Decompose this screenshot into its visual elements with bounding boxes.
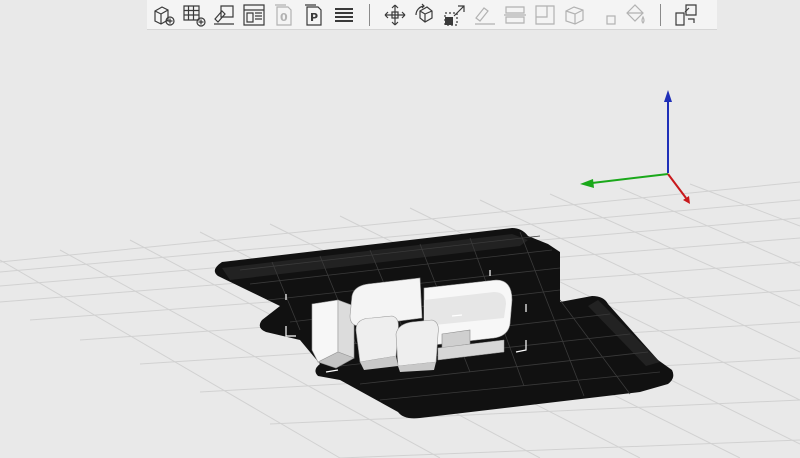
svg-text:0: 0 xyxy=(280,11,288,24)
scale-icon[interactable] xyxy=(441,2,469,28)
layout-panels-icon[interactable] xyxy=(240,2,268,28)
add-grid-icon[interactable] xyxy=(180,2,208,28)
toolbar-separator xyxy=(369,3,370,26)
arrange-icon[interactable] xyxy=(672,2,700,28)
svg-text:P: P xyxy=(310,11,318,24)
place-on-face-icon[interactable] xyxy=(471,2,499,28)
toolbar-separator xyxy=(660,3,661,26)
edit-sketch-icon[interactable] xyxy=(210,2,238,28)
page-p-icon[interactable]: P xyxy=(300,2,328,28)
text-tool-icon[interactable] xyxy=(591,2,619,28)
top-toolbar: 0 P xyxy=(147,0,717,30)
3d-viewport[interactable] xyxy=(0,0,800,458)
align-corner-icon[interactable] xyxy=(531,2,559,28)
add-object-icon[interactable] xyxy=(150,2,178,28)
rotate-icon[interactable] xyxy=(411,2,439,28)
cube-outline-icon[interactable] xyxy=(561,2,589,28)
move-arrows-icon[interactable] xyxy=(381,2,409,28)
layers-stack-icon[interactable] xyxy=(330,2,358,28)
paint-bucket-icon[interactable] xyxy=(621,2,649,28)
page-zero-icon[interactable]: 0 xyxy=(270,2,298,28)
cut-icon[interactable] xyxy=(501,2,529,28)
